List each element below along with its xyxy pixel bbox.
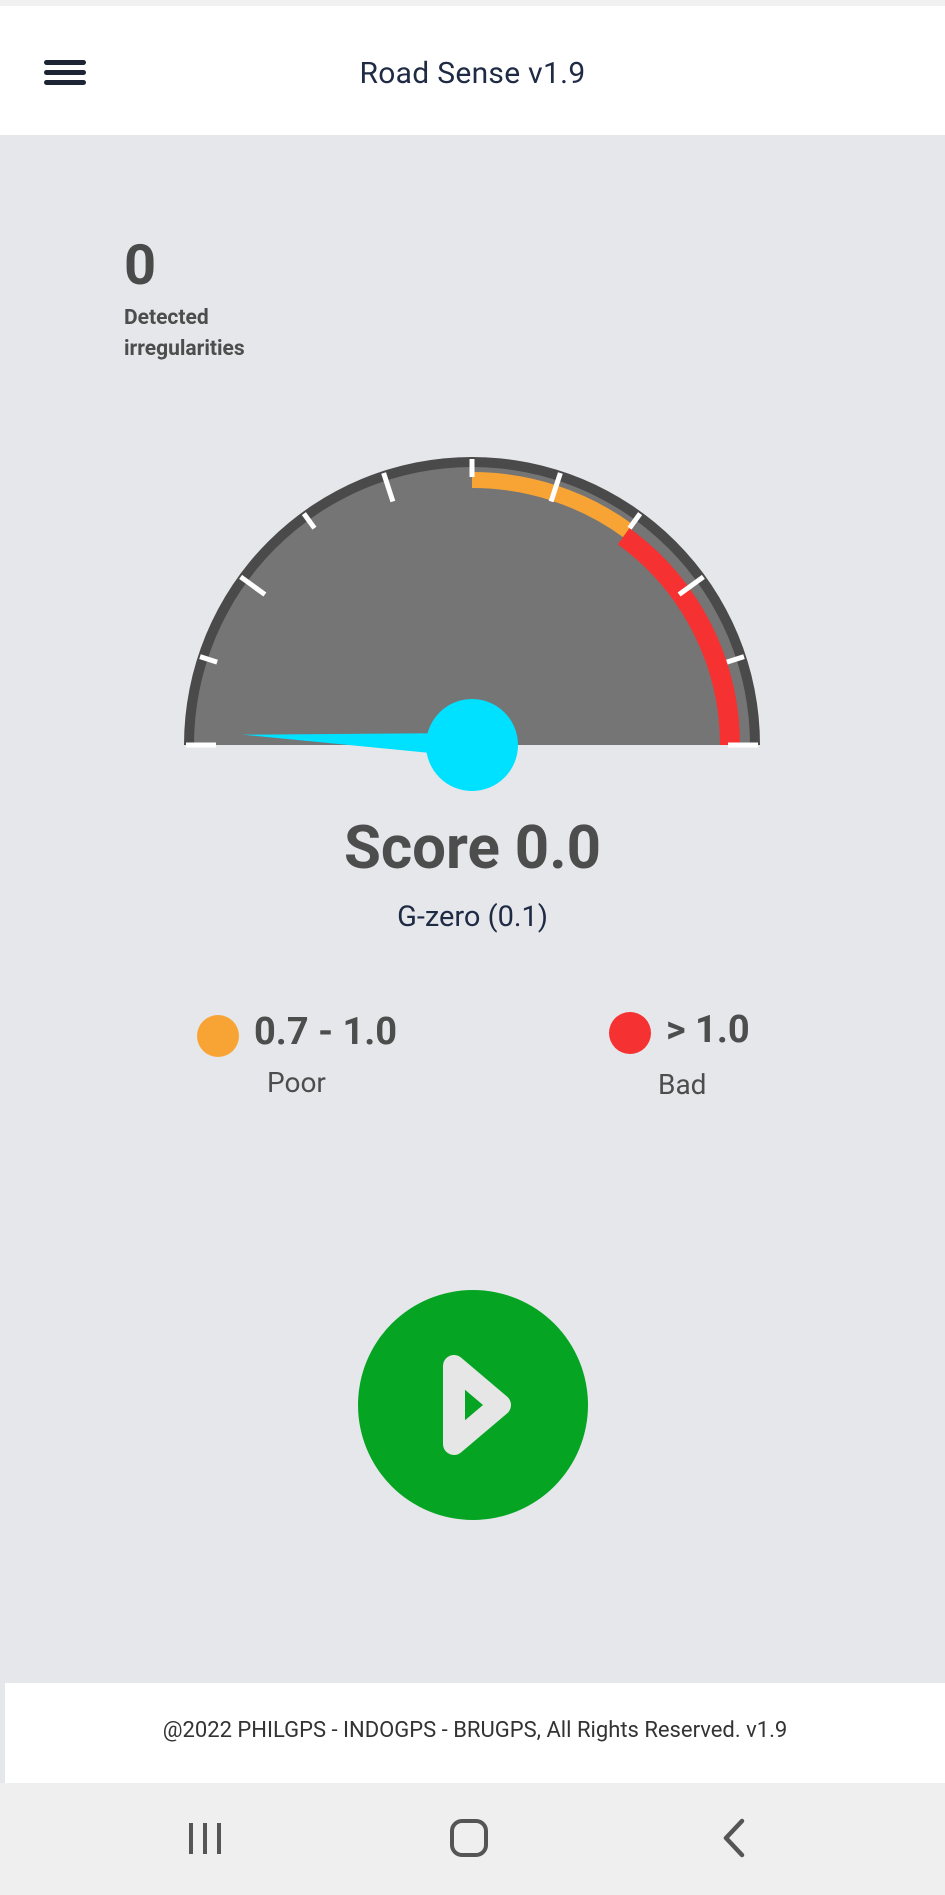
- footer: @2022 PHILGPS - INDOGPS - BRUGPS, All Ri…: [5, 1683, 945, 1783]
- back-icon: [723, 1818, 745, 1858]
- recent-apps-button[interactable]: [145, 1783, 265, 1895]
- score-gauge: [184, 457, 760, 791]
- back-button[interactable]: [673, 1783, 793, 1895]
- system-navigation-bar: [0, 1783, 945, 1895]
- home-icon: [450, 1819, 488, 1857]
- footer-copyright: @2022 PHILGPS - INDOGPS - BRUGPS, All Ri…: [162, 1718, 788, 1743]
- start-button[interactable]: [358, 1290, 588, 1520]
- legend-poor-label: Poor: [267, 1066, 326, 1099]
- recent-apps-icon: [189, 1823, 221, 1854]
- score-value: Score 0.0: [343, 812, 602, 883]
- legend-bad-range: > 1.0: [666, 1008, 750, 1052]
- g-zero-value: G-zero (0.1): [397, 900, 548, 934]
- home-button[interactable]: [409, 1783, 529, 1895]
- gauge-needle-hub: [426, 699, 518, 791]
- legend-poor-dot: [197, 1015, 239, 1057]
- legend-bad-label: Bad: [658, 1068, 707, 1101]
- legend-bad-dot: [609, 1012, 651, 1054]
- play-icon: [443, 1355, 511, 1455]
- app-root: Road Sense v1.9 0 Detected irregularitie…: [0, 0, 945, 1895]
- legend-poor-range: 0.7 - 1.0: [254, 1010, 398, 1054]
